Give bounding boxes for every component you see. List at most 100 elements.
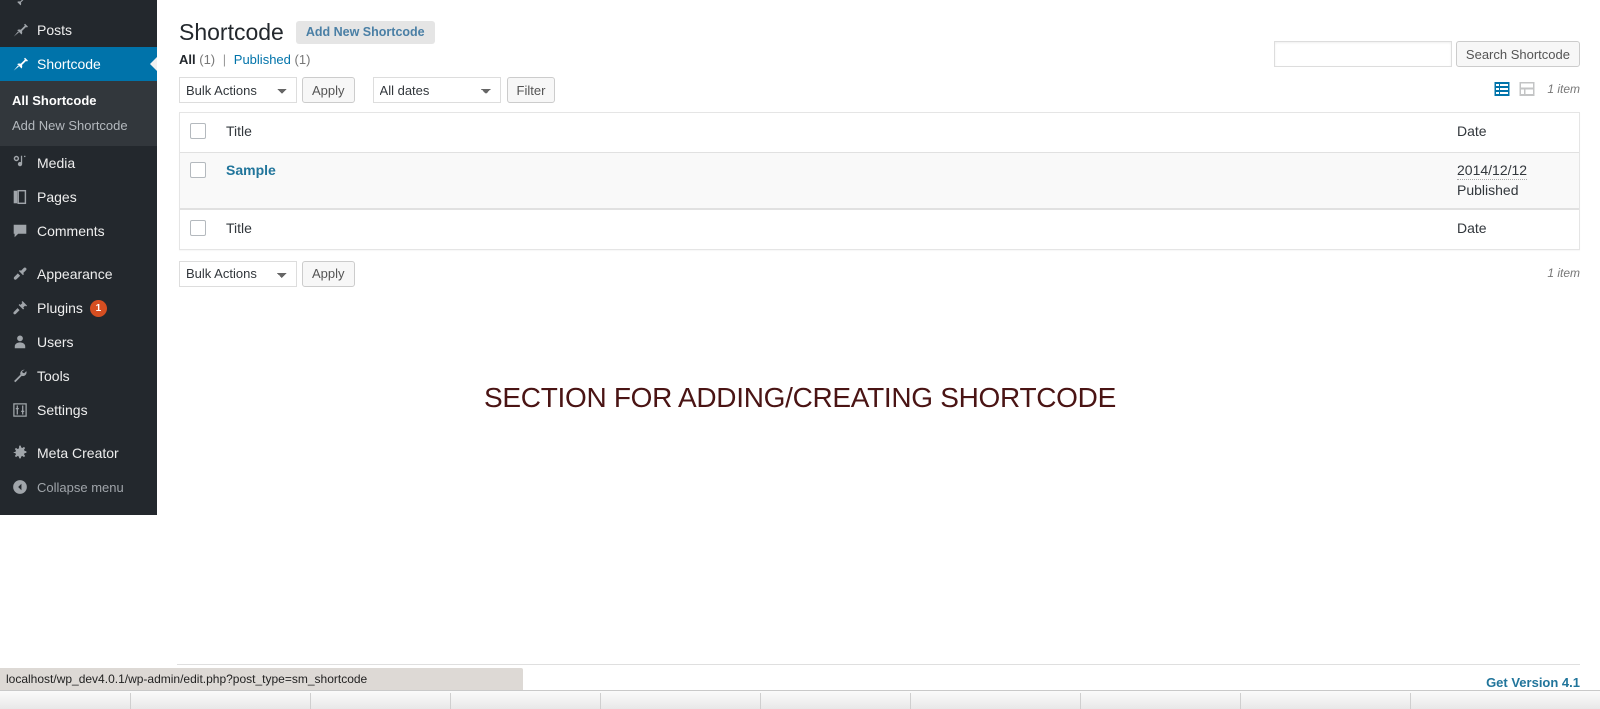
filter-separator: | [222,52,227,67]
admin-sidebar-menu: Posts Shortcode All Shortcode Add New Sh… [0,0,157,515]
annotation-text: SECTION FOR ADDING/CREATING SHORTCODE [484,382,1116,413]
gear-icon [11,443,35,463]
get-version-link[interactable]: Get Version 4.1 [1486,675,1580,690]
filter-link-published[interactable]: Published [234,52,291,67]
pin-icon [11,54,35,74]
media-icon [11,153,35,173]
plugin-icon [11,298,35,318]
pages-icon [11,187,35,207]
pin-icon [11,0,28,11]
select-all-checkbox-top[interactable] [190,123,206,139]
taskbar-item[interactable] [1080,693,1240,709]
tablenav-right-top: 1 item [1492,75,1580,103]
tablenav-bottom: Bulk ActionsEditMove to Trash Apply 1 it… [179,259,1580,289]
sidebar-divider [0,248,157,257]
admin-main-content: Shortcode Add New Shortcode Search Short… [157,0,1600,709]
taskbar-item[interactable] [1410,693,1600,709]
date-filter-select[interactable]: All datesDecember 2014 [372,77,501,103]
sidebar-item-shortcode[interactable]: Shortcode [0,47,157,81]
select-all-checkbox-bottom[interactable] [190,219,206,236]
add-new-shortcode-button[interactable]: Add New Shortcode [295,20,435,44]
sidebar-item-partial-above[interactable] [0,0,157,13]
taskbar-item[interactable] [130,693,310,709]
row-select-cell [180,153,216,209]
column-footer-title[interactable]: Title [216,208,1447,249]
bulk-actions-select-top[interactable]: Bulk ActionsEditMove to Trash [179,77,297,103]
apply-bulk-action-button-bottom[interactable]: Apply [302,260,355,287]
sidebar-item-label: Media [37,155,76,171]
sidebar-item-plugins[interactable]: Plugins 1 [0,291,157,325]
column-header-date[interactable]: Date [1447,113,1579,154]
apply-bulk-action-button-top[interactable]: Apply [302,77,355,103]
bulk-actions-select-bottom[interactable]: Bulk ActionsEditMove to Trash [179,260,297,287]
collapse-menu-label: Collapse menu [37,479,124,495]
sidebar-item-label: Comments [37,223,105,239]
table-head: Title Date [180,113,1579,154]
displaying-num-top: 1 item [1547,82,1580,96]
list-view-icon[interactable] [1492,79,1512,99]
os-taskbar [0,690,1600,709]
view-switch [1492,79,1537,99]
table-row[interactable]: Sample 2014/12/12 Published [180,153,1579,209]
table-header-row: Title Date [180,113,1579,154]
sidebar-item-comments[interactable]: Comments [0,214,157,248]
taskbar-item[interactable] [310,693,450,709]
filter-count-published: (1) [294,52,311,67]
filter-count-all: (1) [199,52,216,67]
table-foot: Title Date [180,208,1579,249]
tablenav-top: Bulk ActionsEditMove to Trash Apply All … [179,75,1580,105]
shortcode-list-table: Title Date Sample 2014/12/12 Published T… [179,112,1580,250]
sidebar-item-meta-creator[interactable]: Meta Creator [0,436,157,470]
search-input[interactable] [1273,41,1452,67]
taskbar-item[interactable] [600,693,760,709]
search-form: Search Shortcode [1273,41,1580,67]
column-header-title[interactable]: Title [216,113,1447,154]
filter-button[interactable]: Filter [506,77,556,103]
sidebar-item-users[interactable]: Users [0,325,157,359]
brush-icon [11,264,35,284]
page-title: Shortcode [179,18,284,45]
comment-icon [11,221,35,241]
sidebar-item-label: Users [37,334,74,350]
row-date-cell: 2014/12/12 Published [1447,153,1579,209]
tablenav-right-bottom: 1 item [1547,259,1580,287]
column-footer-date[interactable]: Date [1447,208,1579,249]
sidebar-item-label: Posts [37,22,73,38]
sidebar-item-media[interactable]: Media [0,146,157,180]
excerpt-view-icon[interactable] [1517,79,1537,99]
sidebar-item-label: Meta Creator [37,445,119,461]
sidebar-item-label: Appearance [37,266,113,282]
sidebar-divider-2 [0,427,157,436]
displaying-num-bottom: 1 item [1547,265,1580,280]
row-date: 2014/12/12 [1457,161,1528,181]
collapse-menu-button[interactable]: Collapse menu [0,470,157,504]
sidebar-item-label: Shortcode [37,56,101,72]
row-title-cell: Sample [216,153,1447,209]
plugins-update-badge: 1 [89,299,107,317]
sidebar-item-appearance[interactable]: Appearance [0,257,157,291]
pin-icon [11,20,35,40]
taskbar-item[interactable] [760,693,910,709]
sidebar-subitem-all-shortcode[interactable]: All Shortcode [0,88,157,113]
sidebar-subitem-add-new-shortcode[interactable]: Add New Shortcode [0,113,157,138]
table-body: Sample 2014/12/12 Published [180,153,1579,209]
search-submit-button[interactable]: Search Shortcode [1455,41,1580,67]
browser-status-bar: localhost/wp_dev4.0.1/wp-admin/edit.php?… [0,668,523,690]
select-all-footer [180,208,216,249]
browser-viewport: Posts Shortcode All Shortcode Add New Sh… [0,0,1600,709]
select-all-header [180,113,216,154]
sidebar-item-label: Plugins [37,300,83,316]
taskbar-item[interactable] [1240,693,1410,709]
filter-link-all[interactable]: All [179,52,196,67]
sidebar-submenu-shortcode: All Shortcode Add New Shortcode [0,81,157,146]
table-footer-row: Title Date [180,208,1579,249]
sidebar-item-posts[interactable]: Posts [0,13,157,47]
row-title-link[interactable]: Sample [226,162,276,178]
taskbar-item[interactable] [910,693,1080,709]
row-checkbox[interactable] [190,162,206,179]
sidebar-item-pages[interactable]: Pages [0,180,157,214]
user-icon [11,332,35,352]
chevron-left-circle-icon [11,477,35,497]
taskbar-item[interactable] [450,693,600,709]
sidebar-item-label: Pages [37,189,77,205]
